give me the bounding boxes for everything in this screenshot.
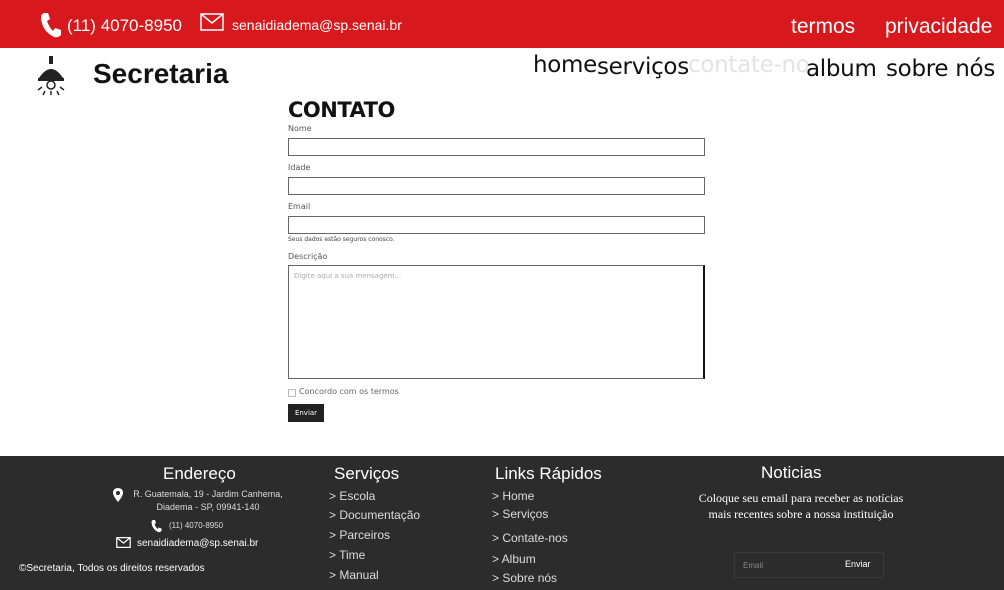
footer-email[interactable]: senaidiadema@sp.senai.br <box>137 538 258 549</box>
newsletter-submit-button[interactable]: Enviar <box>845 559 871 569</box>
description-placeholder: Digite aqui a sua mensagem... <box>294 272 402 280</box>
copyright: ©Secretaria, Todos os direitos reservado… <box>19 563 205 574</box>
nav-contate[interactable]: contate-no <box>688 52 810 78</box>
top-email-text: senaidiadema@sp.senai.br <box>232 17 402 33</box>
nav-sobre[interactable]: sobre nós <box>886 56 995 82</box>
nav-home[interactable]: home <box>533 52 597 78</box>
link-privacidade[interactable]: privacidade <box>885 15 992 39</box>
footer-link-servicos[interactable]: > Serviços <box>492 507 548 521</box>
footer-link-sobre[interactable]: > Sobre nós <box>492 571 557 585</box>
link-termos[interactable]: termos <box>791 15 855 39</box>
age-label: Idade <box>288 163 311 172</box>
location-pin-icon <box>113 488 123 502</box>
newsletter-email-input[interactable]: Email Enviar <box>734 552 884 578</box>
top-phone-text: (11) 4070-8950 <box>67 16 182 35</box>
footer-news-text: Coloque seu email para receber as notíci… <box>698 491 904 521</box>
footer-phone: (11) 4070-8950 <box>169 521 224 530</box>
footer-news-title: Noticias <box>761 463 822 482</box>
footer-link-manual[interactable]: > Manual <box>329 568 379 582</box>
footer-link-album[interactable]: > Album <box>492 552 536 566</box>
nav-album[interactable]: album <box>806 56 877 82</box>
form-title: CONTATO <box>288 98 395 122</box>
footer-link-contate[interactable]: > Contate-nos <box>492 531 568 545</box>
nav-servicos[interactable]: serviços <box>597 54 689 80</box>
footer-phone-icon <box>151 520 162 533</box>
age-field[interactable] <box>288 177 705 195</box>
mail-icon <box>200 13 224 31</box>
footer: Endereço R. Guatemala, 19 - Jardim Canhe… <box>0 456 1004 590</box>
name-field[interactable] <box>288 138 705 156</box>
footer-address-title: Endereço <box>163 464 236 483</box>
footer-address-line2: Diadema - SP, 09941-140 <box>156 502 260 512</box>
newsletter-placeholder: Email <box>743 561 764 570</box>
footer-address-line1: R. Guatemala, 19 - Jardim Canhema, <box>133 489 283 499</box>
name-label: Nome <box>288 124 312 133</box>
email-field[interactable] <box>288 216 705 234</box>
submit-button[interactable]: Enviar <box>288 404 324 422</box>
agree-checkbox[interactable] <box>288 389 296 397</box>
top-bar: (11) 4070-8950 senaidiadema@sp.senai.br … <box>0 0 1004 48</box>
email-label: Email <box>288 202 311 211</box>
description-textarea[interactable]: Digite aqui a sua mensagem... <box>288 265 705 379</box>
footer-link-escola[interactable]: > Escola <box>329 489 375 503</box>
footer-link-parceiros[interactable]: > Parceiros <box>329 528 390 542</box>
ceiling-lamp-logo-icon[interactable] <box>34 54 68 96</box>
footer-link-documentacao[interactable]: > Documentação <box>329 508 420 522</box>
footer-mail-icon <box>116 537 131 548</box>
description-label: Descrição <box>288 252 328 261</box>
brand-title[interactable]: Secretaria <box>93 58 228 90</box>
phone-icon <box>41 13 61 38</box>
email-hint: Seus dados estão seguros conosco. <box>288 236 395 243</box>
footer-link-time[interactable]: > Time <box>329 548 365 562</box>
footer-quick-title: Links Rápidos <box>495 464 602 483</box>
footer-link-home[interactable]: > Home <box>492 489 534 503</box>
footer-services-title: Serviços <box>334 464 400 483</box>
agree-label: Concordo com os termos <box>299 387 399 396</box>
